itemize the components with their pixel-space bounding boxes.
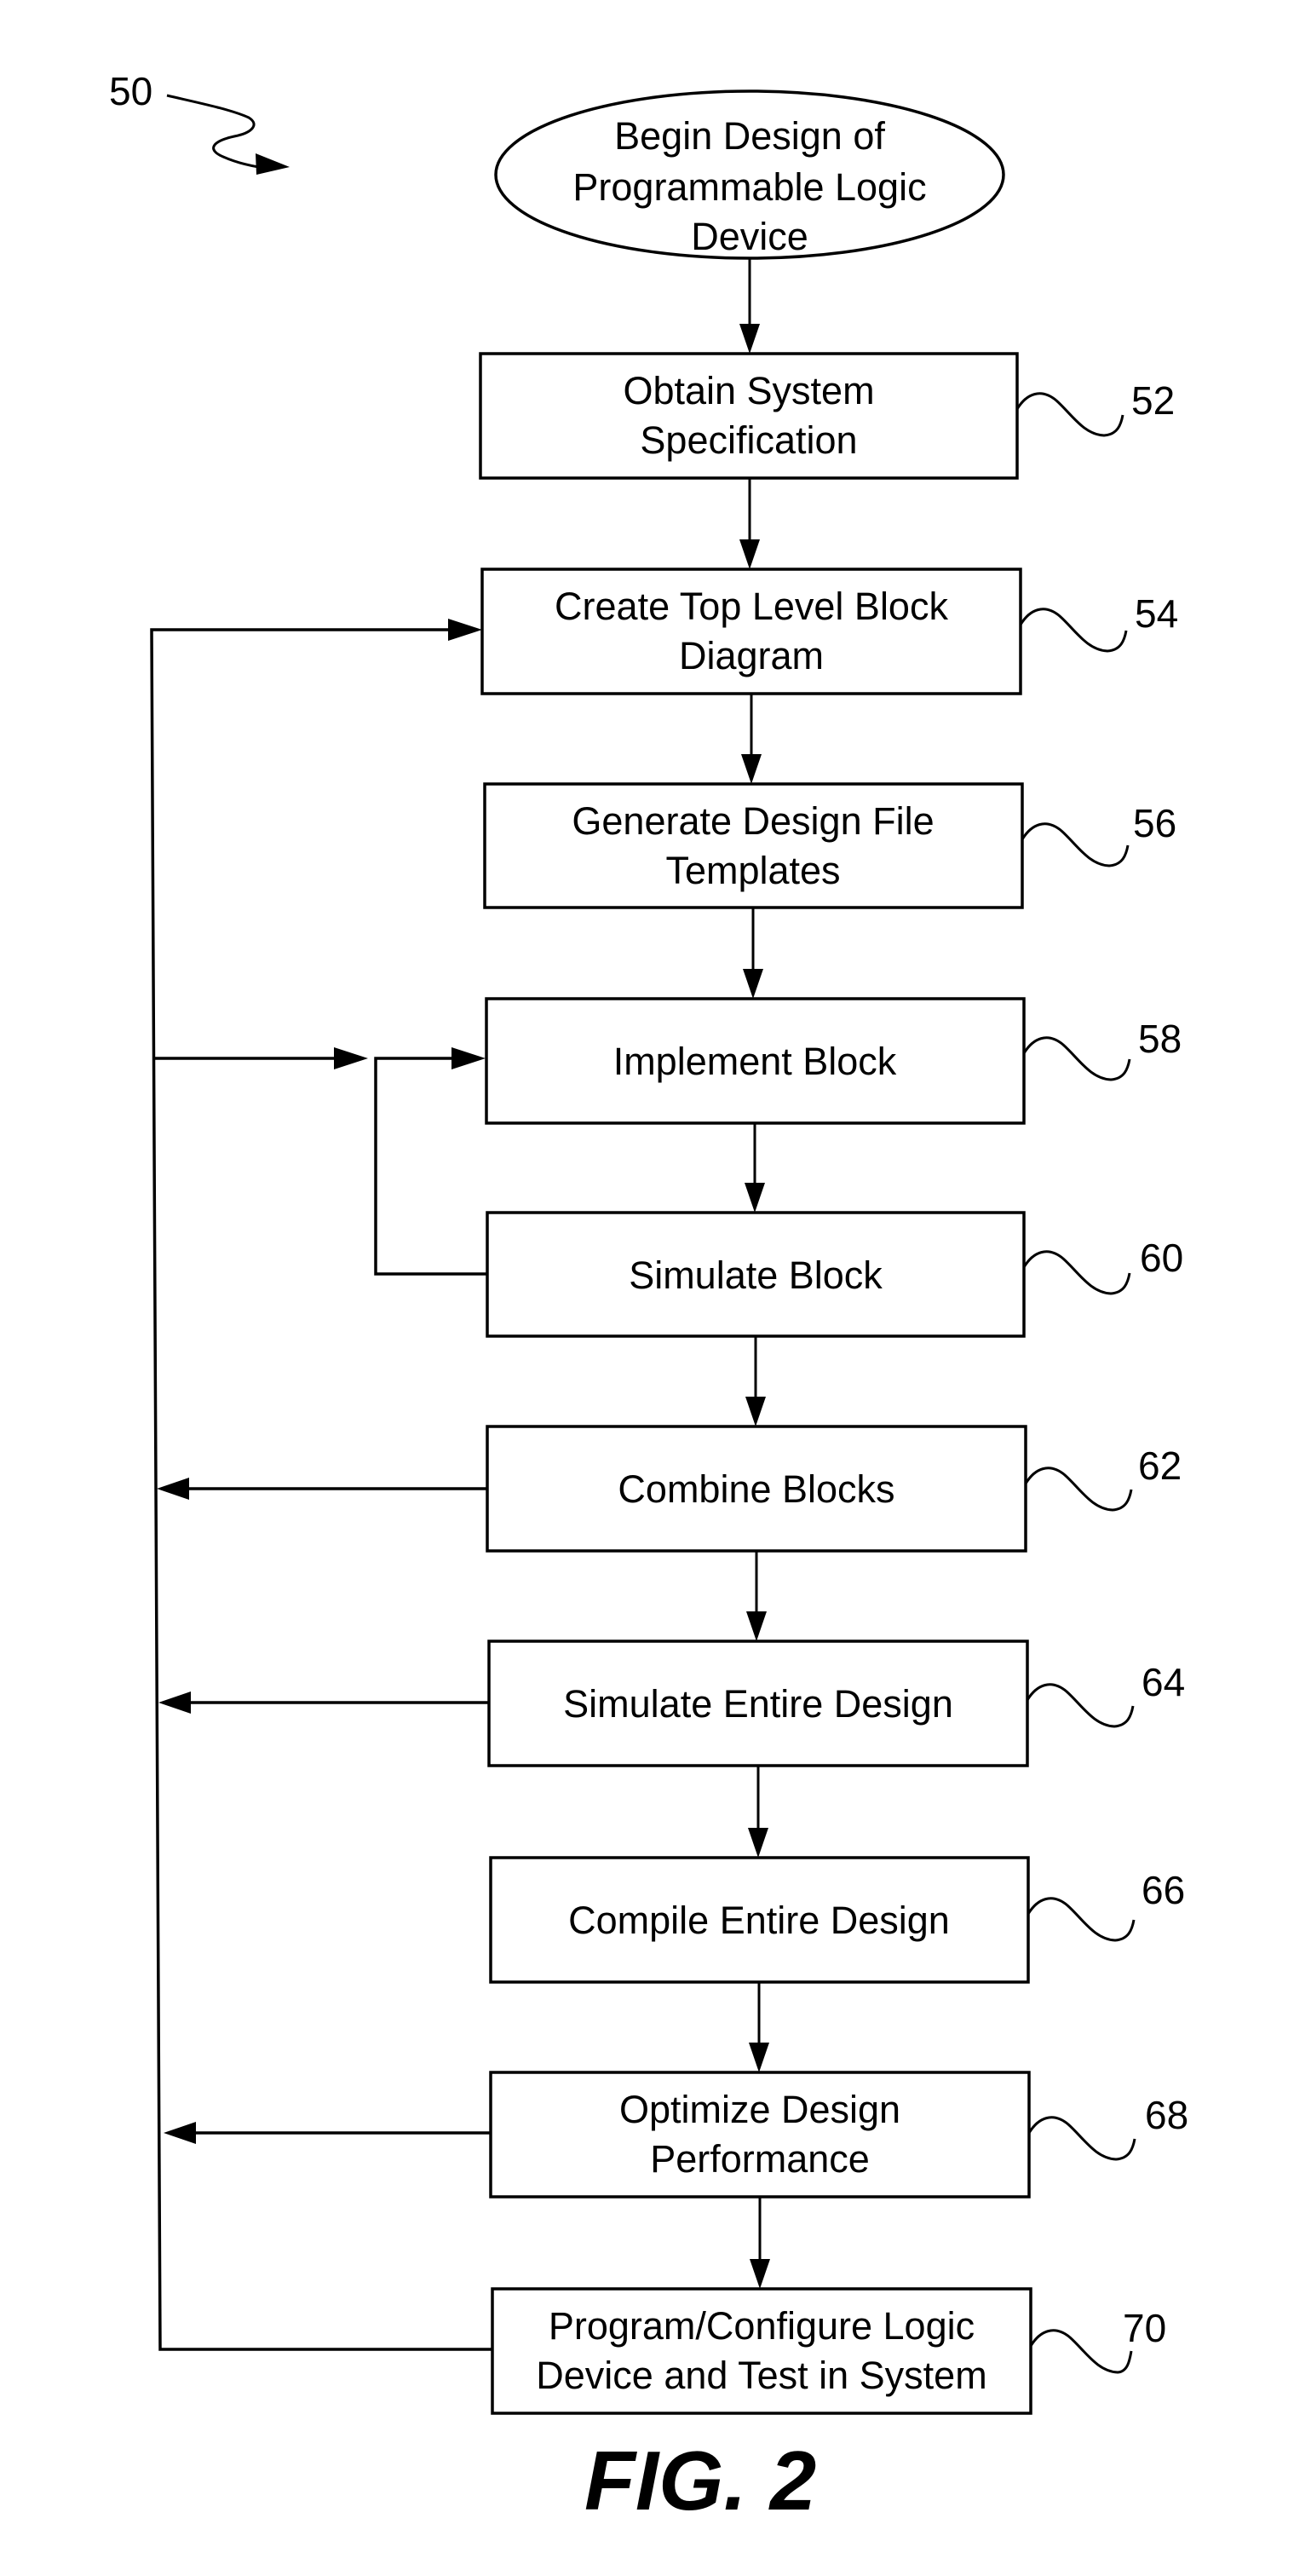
step-68: Optimize Design Performance [489, 2071, 1031, 2199]
step-text-line-2: Performance [650, 2137, 870, 2181]
ref-label-52: 52 [1131, 378, 1175, 423]
leader-52 [1015, 392, 1124, 437]
step-text-line-1: Obtain System [623, 369, 874, 412]
arrowhead-down [748, 1828, 768, 1858]
start-text-line-3: Device [691, 215, 808, 258]
arrowhead-down [749, 2043, 769, 2072]
step-54: Create Top Level Block Diagram [480, 568, 1022, 695]
step-text-line-1: Compile Entire Design [568, 1899, 950, 1942]
step-60: Simulate Block [486, 1211, 1026, 1338]
step-text-line-1: Create Top Level Block [555, 585, 948, 628]
arrowhead-down [739, 324, 760, 354]
step-64: Simulate Entire Design [487, 1640, 1029, 1767]
step-58: Implement Block [485, 997, 1026, 1125]
start-text-line-2: Programmable Logic [572, 165, 926, 209]
step-text-line-1: Optimize Design [619, 2088, 900, 2131]
loop-line-60-to-58 [374, 1057, 487, 1276]
ref-label-66: 66 [1142, 1868, 1185, 1912]
step-56: Generate Design File Templates [483, 782, 1024, 909]
flowchart: 50 Begin Design of Programmable Logic De… [109, 69, 1188, 2527]
leader-62 [1024, 1467, 1133, 1512]
step-70: Program/Configure Logic Device and Test … [491, 2287, 1032, 2415]
start-node: Begin Design of Programmable Logic Devic… [494, 89, 1005, 260]
leader-58 [1022, 1036, 1131, 1081]
step-text-line-2: Device and Test in System [536, 2354, 986, 2397]
step-text-line-1: Generate Design File [572, 799, 934, 843]
step-66: Compile Entire Design [489, 1856, 1030, 1984]
figure-caption: FIG. 2 [584, 2434, 816, 2527]
step-text-line-2: Templates [665, 849, 840, 892]
arrowhead-left [164, 2122, 196, 2144]
leader-66 [1027, 1897, 1136, 1942]
ref-label-68: 68 [1145, 2093, 1188, 2137]
arrowhead-down [746, 1611, 767, 1641]
arrowhead-down [741, 754, 762, 784]
step-text-line-1: Combine Blocks [618, 1467, 894, 1511]
leader-60 [1022, 1250, 1131, 1295]
arrowhead-down [745, 1183, 765, 1213]
arrowhead-left [158, 1691, 191, 1714]
leader-64 [1026, 1683, 1135, 1728]
arrowhead-down [745, 1397, 766, 1426]
step-text-line-2: Specification [640, 418, 857, 462]
reference-labels: 52 54 56 58 60 62 64 66 68 70 [1015, 378, 1188, 2374]
ref-label-64: 64 [1142, 1660, 1185, 1704]
arrowhead-right [448, 619, 482, 641]
ref-label-56: 56 [1133, 801, 1176, 845]
leader-70 [1029, 2329, 1133, 2374]
step-text-line-1: Simulate Entire Design [563, 1682, 953, 1726]
ref-label-58: 58 [1138, 1017, 1182, 1061]
ref-label-60: 60 [1140, 1236, 1183, 1280]
step-text-line-2: Diagram [679, 634, 824, 677]
step-text-line-1: Simulate Block [629, 1253, 883, 1297]
arrowhead-right [334, 1047, 368, 1069]
figure-reference-leader [166, 94, 272, 170]
ref-label-62: 62 [1138, 1444, 1182, 1488]
leader-56 [1021, 822, 1130, 867]
step-text-line-1: Implement Block [613, 1040, 897, 1083]
arrowhead-down [750, 2259, 770, 2289]
step-62: Combine Blocks [486, 1425, 1027, 1553]
figure-reference-label: 50 [109, 69, 152, 113]
start-text-line-1: Begin Design of [614, 114, 885, 158]
leader-54 [1019, 608, 1128, 653]
arrowhead-down [743, 969, 763, 999]
arrowhead-down [739, 539, 760, 569]
figure-reference-arrowhead [256, 153, 290, 175]
step-text-line-1: Program/Configure Logic [549, 2304, 975, 2348]
arrowhead-left [157, 1478, 189, 1500]
step-52: Obtain System Specification [479, 352, 1019, 480]
ref-label-54: 54 [1135, 591, 1178, 636]
ref-label-70: 70 [1123, 2306, 1166, 2350]
feedback-bus [150, 619, 492, 2351]
leader-68 [1027, 2116, 1136, 2161]
arrowhead-right [451, 1047, 486, 1069]
